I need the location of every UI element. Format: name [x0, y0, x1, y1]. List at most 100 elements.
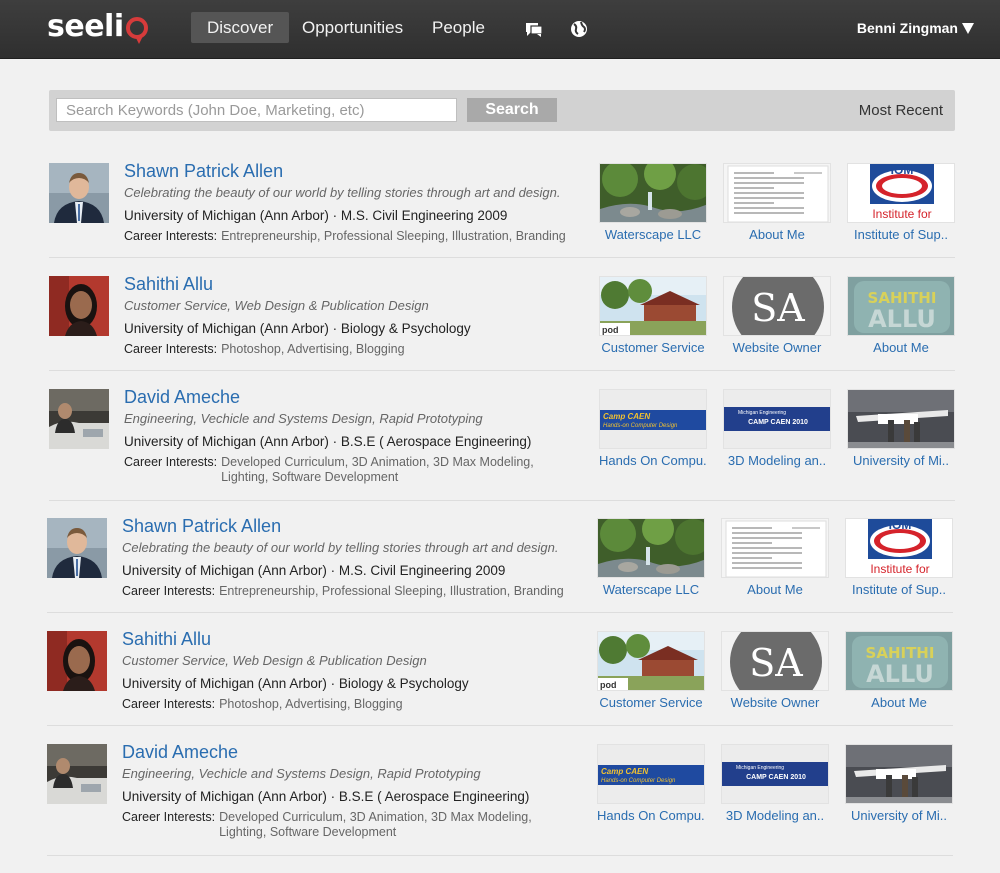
seelio-logo[interactable]: seeli — [47, 9, 148, 44]
project-thumbnail[interactable] — [847, 389, 955, 449]
project-list: Camp CAEN Hands-on Computer Design Hands… — [597, 744, 954, 834]
project-thumbnail[interactable]: Camp CAEN Hands-on Computer Design — [599, 389, 707, 449]
project-title[interactable]: About Me — [845, 695, 953, 711]
project-thumbnail[interactable]: Camp CAEN Hands-on Computer Design — [597, 744, 705, 804]
project-thumbnail[interactable] — [599, 163, 707, 223]
person-name-link[interactable]: Shawn Patrick Allen — [122, 515, 582, 537]
project-thumbnail[interactable] — [597, 518, 705, 578]
project-card[interactable]: pod Customer Service — [597, 631, 705, 711]
search-input[interactable] — [56, 98, 457, 122]
project-card[interactable]: About Me — [723, 163, 831, 243]
project-title[interactable]: Website Owner — [721, 695, 829, 711]
project-card[interactable]: Waterscape LLC — [597, 518, 705, 598]
svg-text:Hands-on Computer Design: Hands-on Computer Design — [601, 778, 676, 784]
project-thumbnail[interactable]: SA — [723, 276, 831, 336]
project-card[interactable]: Camp CAEN Hands-on Computer Design Hands… — [597, 744, 705, 824]
project-list: Camp CAEN Hands-on Computer Design Hands… — [599, 389, 956, 479]
project-thumbnail[interactable]: Michigan Engineering CAMP CAEN 2010 — [723, 389, 831, 449]
sort-most-recent[interactable]: Most Recent — [859, 102, 943, 119]
career-interests: Career Interests: Photoshop, Advertising… — [124, 342, 584, 357]
project-card[interactable]: SAHITHI ALLU About Me — [845, 631, 953, 711]
career-interests-label: Career Interests: — [124, 455, 218, 469]
avatar[interactable] — [47, 744, 107, 804]
globe-icon[interactable] — [570, 20, 588, 38]
chat-icon[interactable] — [525, 20, 543, 38]
svg-text:SA: SA — [749, 641, 803, 685]
person-name-link[interactable]: Shawn Patrick Allen — [124, 160, 584, 182]
project-list: pod Customer Service SA Website Owner SA… — [599, 276, 956, 366]
avatar[interactable] — [49, 276, 109, 336]
project-thumbnail[interactable] — [723, 163, 831, 223]
person-name-link[interactable]: David Ameche — [122, 741, 582, 763]
project-card[interactable]: pod Customer Service — [599, 276, 707, 356]
project-title[interactable]: Hands On Compu.. — [599, 453, 707, 469]
project-title[interactable]: About Me — [847, 340, 955, 356]
person-info: Sahithi Allu Customer Service, Web Desig… — [124, 273, 584, 357]
project-title[interactable]: 3D Modeling an.. — [723, 453, 831, 469]
career-interests: Career Interests: Entrepreneurship, Prof… — [122, 584, 582, 599]
career-interests-value: Entrepreneurship, Professional Sleeping,… — [219, 584, 564, 598]
person-info: David Ameche Engineering, Vechicle and S… — [124, 386, 584, 485]
project-title[interactable]: Waterscape LLC — [599, 227, 707, 243]
person-school: University of Michigan (Ann Arbor) · B.S… — [124, 434, 532, 449]
project-title[interactable]: Institute of Sup.. — [845, 582, 953, 598]
top-nav: seeli Discover Opportunities People Benn… — [0, 0, 1000, 59]
project-title[interactable]: Waterscape LLC — [597, 582, 705, 598]
project-title[interactable]: Customer Service — [597, 695, 705, 711]
avatar[interactable] — [49, 389, 109, 449]
nav-discover[interactable]: Discover — [191, 12, 290, 43]
career-interests-value: Developed Curriculum, 3D Animation, 3D M… — [221, 455, 534, 484]
project-thumbnail[interactable]: Michigan Engineering CAMP CAEN 2010 — [721, 744, 829, 804]
project-card[interactable]: IOM Institute for Institute of Sup.. — [845, 518, 953, 598]
avatar[interactable] — [47, 518, 107, 578]
career-interests-value: Photoshop, Advertising, Blogging — [219, 697, 403, 711]
project-title[interactable]: Hands On Compu.. — [597, 808, 705, 824]
nav-people[interactable]: People — [416, 12, 501, 43]
project-title[interactable]: Institute of Sup.. — [847, 227, 955, 243]
user-menu[interactable]: Benni Zingman — [857, 20, 974, 36]
career-interests: Career Interests: Entrepreneurship, Prof… — [124, 229, 584, 244]
avatar[interactable] — [49, 163, 109, 223]
project-title[interactable]: University of Mi.. — [847, 453, 955, 469]
person-row: Shawn Patrick Allen Celebrating the beau… — [49, 160, 955, 258]
project-title[interactable]: Customer Service — [599, 340, 707, 356]
project-card[interactable]: University of Mi.. — [845, 744, 953, 824]
project-title[interactable]: About Me — [723, 227, 831, 243]
person-row: Sahithi Allu Customer Service, Web Desig… — [49, 273, 956, 371]
avatar[interactable] — [47, 631, 107, 691]
project-thumbnail[interactable]: SAHITHI ALLU — [845, 631, 953, 691]
project-title[interactable]: Website Owner — [723, 340, 831, 356]
project-title[interactable]: 3D Modeling an.. — [721, 808, 829, 824]
project-thumbnail[interactable] — [845, 744, 953, 804]
project-card[interactable]: SA Website Owner — [723, 276, 831, 356]
project-thumbnail[interactable]: SAHITHI ALLU — [847, 276, 955, 336]
project-card[interactable]: IOM Institute for Institute of Sup.. — [847, 163, 955, 243]
project-thumbnail[interactable]: pod — [597, 631, 705, 691]
project-card[interactable]: Camp CAEN Hands-on Computer Design Hands… — [599, 389, 707, 469]
project-card[interactable]: Waterscape LLC — [599, 163, 707, 243]
project-card[interactable]: Michigan Engineering CAMP CAEN 2010 3D M… — [723, 389, 831, 469]
project-thumbnail[interactable]: IOM Institute for — [845, 518, 953, 578]
project-card[interactable]: University of Mi.. — [847, 389, 955, 469]
svg-text:Camp CAEN: Camp CAEN — [603, 412, 650, 421]
person-name-link[interactable]: David Ameche — [124, 386, 584, 408]
person-school: University of Michigan (Ann Arbor) · Bio… — [124, 321, 471, 336]
project-thumbnail[interactable] — [721, 518, 829, 578]
search-button[interactable]: Search — [467, 98, 557, 122]
project-thumbnail[interactable]: IOM Institute for — [847, 163, 955, 223]
nav-opportunities[interactable]: Opportunities — [286, 12, 419, 43]
caret-down-icon — [962, 23, 974, 34]
project-thumbnail[interactable]: SA — [721, 631, 829, 691]
project-thumbnail[interactable]: pod — [599, 276, 707, 336]
project-card[interactable]: SA Website Owner — [721, 631, 829, 711]
person-name-link[interactable]: Sahithi Allu — [124, 273, 584, 295]
svg-text:Institute for: Institute for — [870, 562, 929, 576]
project-card[interactable]: About Me — [721, 518, 829, 598]
person-name-link[interactable]: Sahithi Allu — [122, 628, 582, 650]
project-title[interactable]: About Me — [721, 582, 829, 598]
project-card[interactable]: Michigan Engineering CAMP CAEN 2010 3D M… — [721, 744, 829, 824]
project-list: pod Customer Service SA Website Owner SA… — [597, 631, 954, 721]
person-tagline: Engineering, Vechicle and Systems Design… — [122, 766, 481, 781]
project-card[interactable]: SAHITHI ALLU About Me — [847, 276, 955, 356]
project-title[interactable]: University of Mi.. — [845, 808, 953, 824]
